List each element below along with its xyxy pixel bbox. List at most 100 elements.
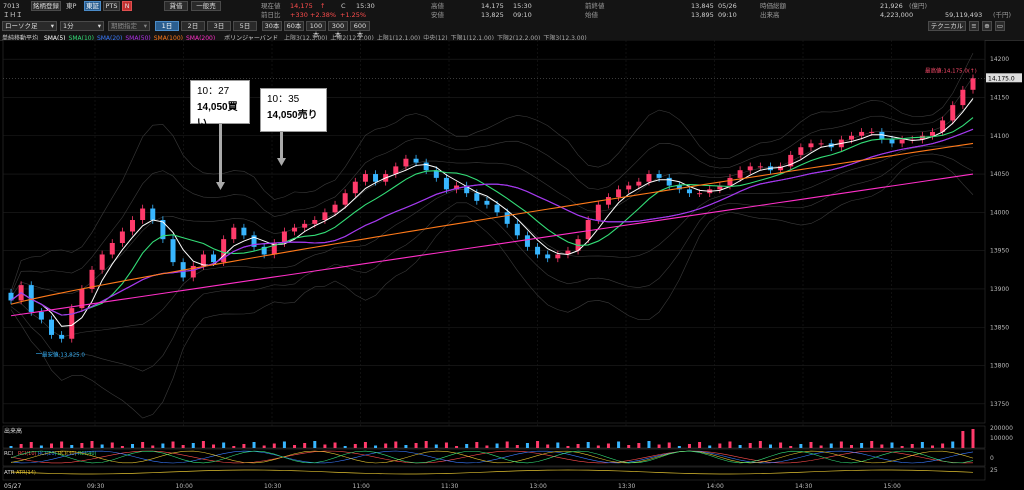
low-time: 09:10: [513, 11, 532, 19]
volume-bar: [39, 445, 43, 448]
volume-bar: [718, 443, 722, 448]
current-price-tag: 14,175.0: [988, 75, 1015, 82]
rci-title: RCI: [4, 451, 13, 457]
volume-bar: [424, 441, 428, 448]
candle: [241, 227, 247, 236]
volume-bar: [60, 441, 64, 448]
volume-bar: [920, 442, 924, 448]
range-select[interactable]: 期間指定 ▾: [108, 21, 150, 31]
candle: [362, 174, 368, 182]
candle: [109, 242, 115, 255]
tse-button[interactable]: 東証: [84, 1, 101, 11]
tab-bars-2[interactable]: 60本: [284, 21, 304, 31]
volume-bar: [576, 444, 580, 448]
price-tick: 13800: [990, 363, 1009, 370]
candle: [879, 131, 885, 140]
tab-bars-3[interactable]: 100本: [306, 21, 326, 39]
volume-bar: [941, 443, 945, 448]
volume-bar: [768, 444, 772, 448]
settings-icon[interactable]: ≡: [969, 21, 979, 31]
candle: [605, 197, 611, 205]
price-chart[interactable]: 14200 14150 14100 14050 14000 13950 13900 13850…: [0, 40, 1024, 490]
volume-bar: [141, 442, 145, 448]
candle: [929, 131, 935, 136]
low-label: 安値: [431, 11, 444, 19]
current-time: 15:30: [356, 2, 375, 10]
volume-bar: [131, 444, 135, 448]
change-pct2: +1.25%: [340, 11, 367, 19]
volume-tick: 100000: [990, 435, 1013, 442]
candle: [798, 147, 804, 155]
low-marker: 最安値:13,825.0: [42, 350, 85, 358]
volume-bar: [627, 445, 631, 448]
volume-panel: [2, 425, 986, 449]
volume-bar: [505, 441, 509, 448]
volume-bar: [363, 442, 367, 448]
tab-day-4[interactable]: 5日: [233, 21, 257, 31]
candle: [99, 254, 105, 270]
chart-type-select[interactable]: ローソク足 ▾: [2, 21, 57, 31]
volume-bar: [262, 445, 266, 448]
general-short-button[interactable]: 一般売: [191, 1, 221, 11]
time-tick: 09:30: [87, 483, 104, 490]
volume-bar: [951, 441, 955, 448]
volume-bar: [728, 441, 732, 448]
candle: [686, 189, 692, 194]
volume-tick: 200000: [990, 425, 1013, 432]
candle: [555, 254, 561, 259]
rci-panel: [2, 448, 986, 467]
volume-bar: [282, 441, 286, 448]
restore-icon[interactable]: ▭: [995, 21, 1005, 31]
tab-bars-1[interactable]: 30本: [262, 21, 282, 31]
chevron-down-icon: ▾: [143, 22, 147, 30]
time-tick: 14:30: [795, 483, 812, 490]
pts-button[interactable]: PTS: [103, 1, 120, 11]
current-value: 14,175: [290, 2, 313, 10]
trade-annotation-buy: 10：27 14,050買い: [190, 80, 250, 129]
candle: [960, 89, 966, 106]
volume-bar: [556, 442, 560, 448]
technical-button[interactable]: テクニカル: [928, 21, 966, 31]
volume-bar: [657, 444, 661, 448]
volume-bar: [819, 445, 823, 448]
tab-day-1[interactable]: 1日: [155, 21, 179, 31]
tab-bars-5[interactable]: 600本: [350, 21, 370, 39]
high-marker: 最高値:14,175.0(↑): [925, 66, 977, 74]
volume-bar: [475, 442, 479, 448]
volume-bar: [50, 443, 54, 448]
zoom-icon[interactable]: ⊕: [982, 21, 992, 31]
volume-bar: [839, 441, 843, 448]
price-tick: 14000: [990, 209, 1009, 216]
high-time: 15:30: [513, 2, 532, 10]
time-tick: 14:00: [707, 483, 724, 490]
date-label: 05/27: [4, 483, 21, 490]
candle: [666, 177, 672, 186]
time-tick: 10:00: [176, 483, 193, 490]
volume-bar: [293, 445, 297, 448]
tab-day-2[interactable]: 2日: [181, 21, 205, 31]
news-icon[interactable]: N: [122, 1, 132, 11]
candle: [737, 170, 743, 178]
volume-bar: [566, 446, 570, 448]
volume-bar: [374, 445, 378, 448]
interval-select[interactable]: 1分 ▾: [60, 21, 104, 31]
credit-button[interactable]: 貸借: [164, 1, 188, 11]
volume-bar: [829, 443, 833, 448]
candle: [757, 166, 763, 168]
tab-bars-4[interactable]: 300本: [328, 21, 348, 39]
time-tick: 10:30: [264, 483, 281, 490]
volume-bar: [19, 444, 23, 448]
volume-bar: [303, 443, 307, 448]
volume-bar: [80, 443, 84, 448]
current-flag: C: [341, 2, 346, 10]
volume-bar: [323, 444, 327, 448]
volume-bar: [849, 445, 853, 448]
tab-day-3[interactable]: 3日: [207, 21, 231, 31]
candle: [747, 166, 753, 171]
candle: [373, 174, 379, 182]
register-button[interactable]: 銘柄登録: [31, 1, 61, 11]
annotation-time: 10：27: [197, 86, 230, 97]
candle: [231, 227, 237, 240]
prev-close-date: 05/26: [718, 2, 737, 10]
volume-bar: [110, 442, 114, 448]
